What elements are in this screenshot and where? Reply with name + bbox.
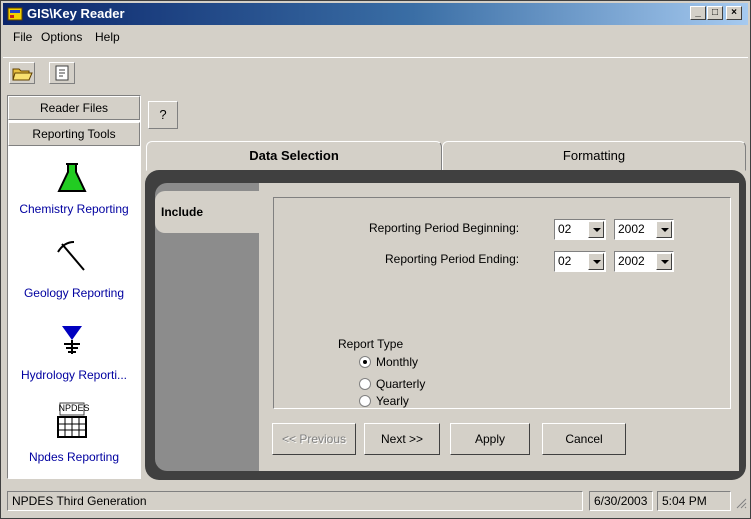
- end-year-select[interactable]: 2002: [614, 251, 674, 272]
- tab-formatting[interactable]: Formatting: [442, 141, 746, 171]
- water-level-icon: [54, 322, 90, 358]
- npdes-badge: NPDES: [58, 403, 90, 413]
- sidebar-item-label: Hydrology Reporti...: [20, 368, 128, 382]
- report-type-label: Report Type: [338, 337, 404, 351]
- next-button[interactable]: Next >>: [364, 423, 440, 455]
- app-window: GIS\Key Reader _ □ × File Options Help R…: [0, 0, 751, 519]
- status-time: 5:04 PM: [657, 491, 731, 511]
- sidebar-item-label: Chemistry Reporting: [19, 202, 129, 216]
- radio-label: Quarterly: [376, 377, 426, 391]
- begin-year-select[interactable]: 2002: [614, 219, 674, 240]
- sidebar: Reader Files Reporting Tools Chemistry R…: [7, 95, 141, 479]
- begin-month-value: 02: [558, 222, 572, 236]
- cancel-button[interactable]: Cancel: [542, 423, 626, 455]
- report-type-yearly[interactable]: Yearly: [359, 394, 409, 408]
- radio-unchecked-icon[interactable]: [359, 378, 371, 390]
- app-icon: [7, 6, 23, 22]
- menu-bar: File Options Help: [3, 27, 748, 47]
- menu-file[interactable]: File: [13, 30, 32, 44]
- status-app-name: NPDES Third Generation: [7, 491, 583, 511]
- sidebar-tab-reader-files[interactable]: Reader Files: [8, 96, 140, 120]
- window-title: GIS\Key Reader: [27, 6, 125, 21]
- tab-data-selection[interactable]: Data Selection: [146, 141, 442, 171]
- menu-options[interactable]: Options: [41, 30, 82, 44]
- end-month-select[interactable]: 02: [554, 251, 606, 272]
- chevron-down-icon[interactable]: [588, 221, 604, 238]
- tab-include[interactable]: Include: [155, 191, 267, 233]
- minimize-button[interactable]: _: [690, 6, 706, 20]
- maximize-button[interactable]: □: [707, 6, 723, 20]
- sidebar-tab-reporting-tools[interactable]: Reporting Tools: [8, 122, 140, 146]
- radio-checked-icon[interactable]: [359, 356, 371, 368]
- radio-label: Monthly: [376, 355, 419, 369]
- open-folder-button[interactable]: [9, 62, 35, 84]
- period-end-label: Reporting Period Ending:: [385, 252, 520, 266]
- chevron-down-icon[interactable]: [588, 253, 604, 270]
- title-bar[interactable]: GIS\Key Reader _ □ ×: [3, 3, 748, 25]
- pick-icon: [54, 238, 90, 274]
- previous-button[interactable]: << Previous: [272, 423, 356, 455]
- report-button[interactable]: [49, 62, 75, 84]
- end-year-value: 2002: [618, 254, 645, 268]
- sidebar-item-label: Geology Reporting: [23, 286, 125, 300]
- status-date: 6/30/2003: [589, 491, 653, 511]
- radio-unchecked-icon[interactable]: [359, 395, 371, 407]
- help-button[interactable]: ?: [148, 101, 178, 129]
- open-folder-icon: [10, 68, 34, 86]
- resize-grip-icon[interactable]: [735, 497, 747, 512]
- chevron-down-icon[interactable]: [656, 253, 672, 270]
- status-bar: NPDES Third Generation 6/30/2003 5:04 PM: [3, 489, 748, 513]
- report-type-monthly[interactable]: Monthly: [359, 355, 418, 369]
- report-icon: [50, 65, 74, 86]
- close-button[interactable]: ×: [726, 6, 742, 20]
- begin-month-select[interactable]: 02: [554, 219, 606, 240]
- radio-label: Yearly: [376, 394, 409, 408]
- period-begin-label: Reporting Period Beginning:: [369, 221, 520, 235]
- end-month-value: 02: [558, 254, 572, 268]
- menu-help[interactable]: Help: [95, 30, 120, 44]
- chevron-down-icon[interactable]: [656, 221, 672, 238]
- flask-icon: [54, 160, 90, 196]
- toolbar: [3, 57, 748, 87]
- report-type-quarterly[interactable]: Quarterly: [359, 377, 425, 391]
- apply-button[interactable]: Apply: [450, 423, 530, 455]
- sidebar-item-label: Npdes Reporting: [28, 450, 120, 464]
- begin-year-value: 2002: [618, 222, 645, 236]
